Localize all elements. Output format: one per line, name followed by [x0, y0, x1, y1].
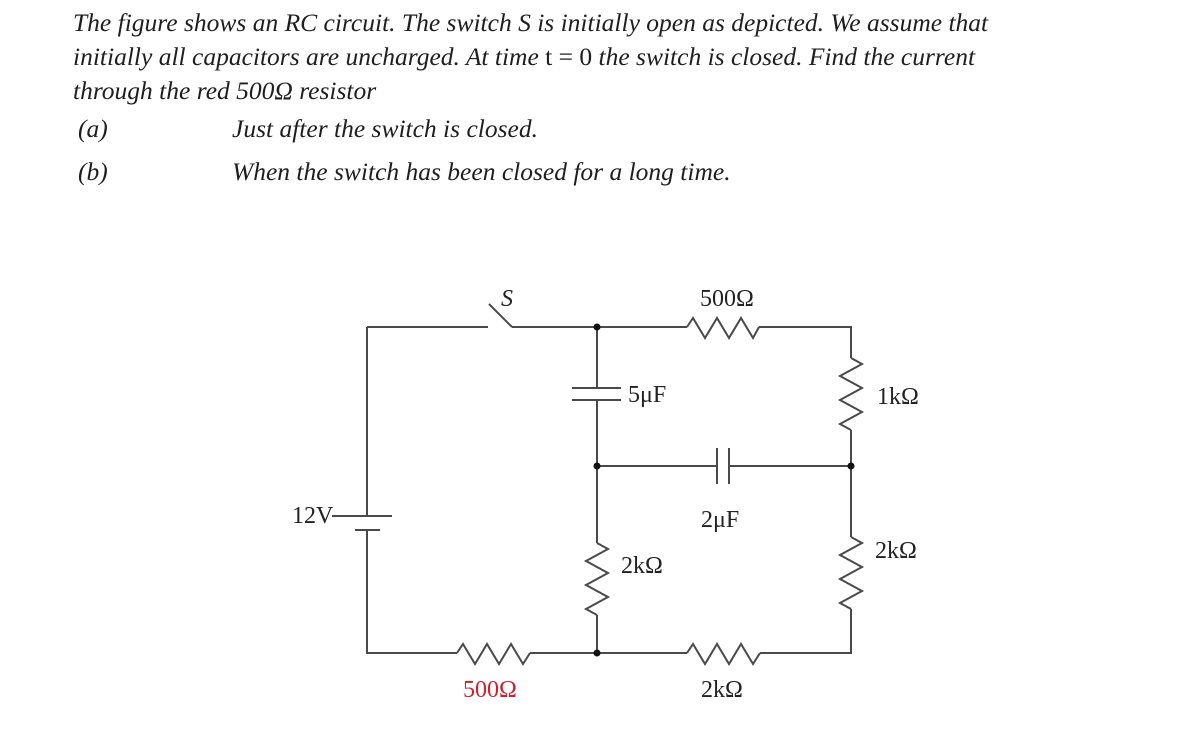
bottom-left-resistor-500-red [456, 642, 531, 666]
circuit-diagram: 12V S 500Ω 1kΩ 5μF 2μF 2kΩ 2kΩ 500Ω 2kΩ [292, 286, 919, 703]
capacitor-5uf-label: 5μF [628, 382, 666, 408]
middle-resistor-label: 2kΩ [621, 553, 663, 579]
junction-dot [593, 462, 601, 470]
top-wire-right [759, 326, 852, 358]
battery-label: 12V [292, 503, 334, 529]
junction-dot [593, 323, 601, 331]
right-top-resistor-label: 1kΩ [877, 384, 919, 410]
right-bottom-resistor-label: 2kΩ [875, 538, 917, 564]
capacitor-2uf-label: 2μF [701, 507, 739, 533]
right-wire-bottom [760, 609, 852, 654]
capacitor-2uf [716, 448, 730, 484]
top-resistor-500 [686, 316, 760, 341]
right-bottom-resistor-2k [837, 536, 865, 610]
switch-label: S [501, 286, 513, 312]
top-resistor-label: 500Ω [700, 286, 754, 312]
right-top-resistor-1k [837, 357, 865, 431]
bottom-right-resistor-2k [686, 642, 761, 666]
left-wire [366, 326, 488, 654]
junction-dot [593, 649, 601, 657]
bottom-right-resistor-label: 2kΩ [701, 677, 743, 703]
capacitor-5uf [572, 387, 621, 401]
battery-12v [332, 514, 392, 532]
bottom-left-resistor-label: 500Ω [463, 677, 517, 703]
junction-dot [847, 462, 855, 470]
middle-resistor-2k [583, 542, 611, 616]
